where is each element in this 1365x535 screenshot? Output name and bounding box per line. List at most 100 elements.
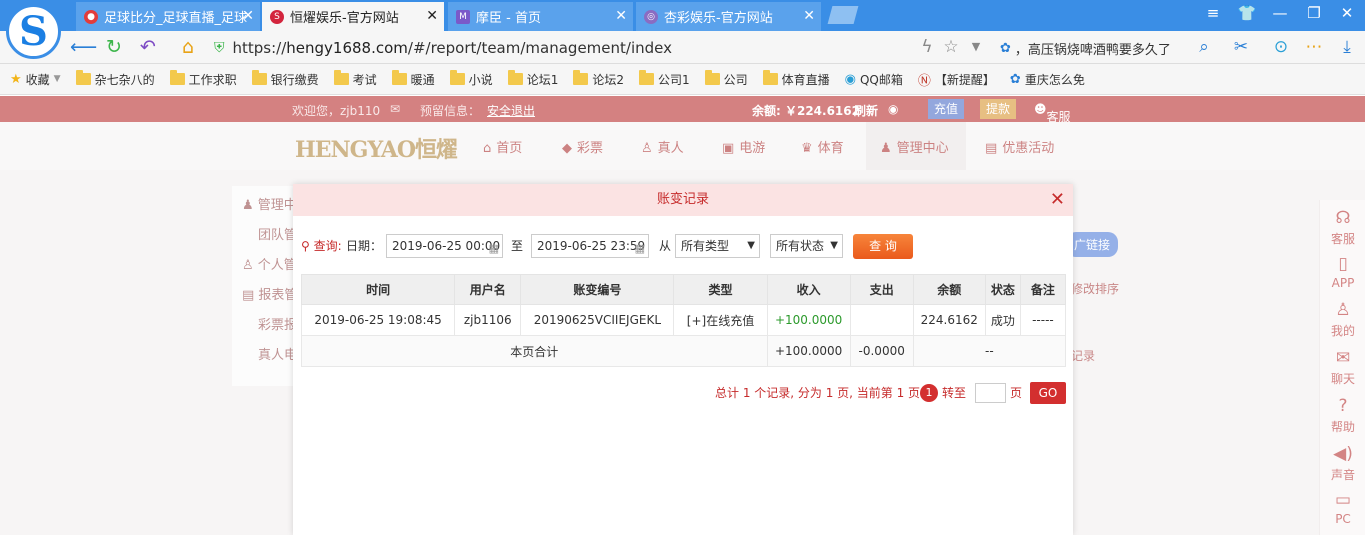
folder-icon: [638, 70, 654, 85]
total-row: 本页合计 +100.0000 -0.0000 --: [301, 335, 1067, 367]
football-favicon-icon: ●: [84, 9, 98, 24]
lightning-icon[interactable]: ϟ: [916, 37, 938, 57]
folder-icon: [704, 70, 720, 85]
download-icon[interactable]: ⤓: [1336, 37, 1358, 57]
page-number-current[interactable]: 1: [920, 384, 938, 402]
reload-icon[interactable]: ↻: [102, 36, 126, 58]
date-from-input[interactable]: 2019-06-25 00:00 ▦: [386, 234, 503, 258]
bookmark-reminder[interactable]: Ⓝ 【新提醒】: [918, 70, 995, 89]
tab-hengyao[interactable]: S 恒燿娱乐-官方网站 ✕: [262, 2, 444, 31]
bookmark-folder[interactable]: 小说: [449, 70, 493, 88]
column-header: 状态: [984, 274, 1021, 305]
more-icon[interactable]: ⋯: [1303, 37, 1325, 57]
undo-icon[interactable]: ↶: [136, 36, 160, 58]
bookmark-label: 工作求职: [188, 72, 237, 87]
status-select[interactable]: 所有状态 ▼: [770, 234, 843, 258]
folder-icon: [169, 70, 185, 85]
hengyao-favicon-icon: S: [270, 9, 284, 24]
minimize-icon[interactable]: —: [1270, 4, 1290, 22]
bookmarks-bar: ★ 收藏 ▼ 杂七杂八的 工作求职 银行缴费 考试 暖通 小说 论坛1 论坛2 公司…: [0, 64, 1365, 95]
folder-icon: [391, 70, 407, 85]
date-from-value: 2019-06-25 00:00: [392, 239, 501, 253]
bookmark-favorites[interactable]: ★ 收藏 ▼: [10, 71, 61, 88]
tab-mochen[interactable]: M 摩臣 - 首页 ✕: [448, 2, 634, 31]
bookmark-folder[interactable]: 公司: [704, 70, 748, 88]
baidu-paw-icon: ✿: [1009, 71, 1021, 87]
bookmark-folder[interactable]: 体育直播: [762, 70, 830, 88]
column-header: 用户名: [454, 274, 522, 305]
bookmark-chongqing[interactable]: ✿ 重庆怎么免: [1010, 71, 1085, 88]
tab-xingcai[interactable]: ◎ 杏彩娱乐-官方网站 ✕: [636, 2, 822, 31]
bookmark-folder[interactable]: 公司1: [638, 70, 690, 88]
star-icon[interactable]: ☆: [940, 37, 962, 57]
url-host: hengy1688.com: [286, 39, 408, 57]
bookmark-folder[interactable]: 工作求职: [169, 70, 237, 88]
total-expense: -0.0000: [849, 335, 914, 367]
url-input[interactable]: ⛨ https://hengy1688.com/#/report/team/ma…: [214, 35, 994, 61]
cell-username: zjb1106: [454, 304, 522, 336]
type-select[interactable]: 所有类型 ▼: [675, 234, 760, 258]
column-header: 收入: [766, 274, 851, 305]
url-prefix: https://: [232, 39, 287, 57]
total-rest: --: [912, 335, 1067, 367]
home-icon[interactable]: ⌂: [176, 36, 200, 58]
mochen-favicon-icon: M: [456, 9, 470, 24]
search-input[interactable]: ✿ ，高压锅烧啤酒鸭要多久了: [1000, 37, 1222, 59]
cell-note: -----: [1019, 304, 1067, 336]
bookmark-qqmail[interactable]: ◉ QQ邮箱: [845, 71, 903, 88]
bookmark-label: 银行缴费: [270, 72, 319, 87]
to-label: 至: [511, 239, 524, 253]
close-window-icon[interactable]: ✕: [1337, 4, 1357, 22]
page-unit-label: 页: [1010, 386, 1023, 400]
bookmark-label: 重庆怎么免: [1024, 72, 1085, 87]
baidu-paw-icon: ✿: [1000, 40, 1011, 56]
bookmark-label: 小说: [468, 72, 493, 87]
query-label: ⚲ 查询:: [301, 234, 342, 258]
bookmark-folder[interactable]: 杂七杂八的: [75, 70, 155, 88]
restore-icon[interactable]: ❐: [1304, 4, 1324, 22]
chevron-down-icon[interactable]: ▼: [965, 40, 987, 53]
close-icon[interactable]: ✕: [426, 8, 438, 24]
tab-title: 恒燿娱乐-官方网站: [290, 11, 399, 26]
search-icon[interactable]: ⌕: [1193, 37, 1215, 57]
star-icon: ★: [10, 71, 22, 87]
chevron-down-icon: ▼: [53, 74, 61, 84]
bookmark-label: 公司1: [657, 72, 690, 87]
bookmark-folder[interactable]: 论坛1: [507, 70, 558, 88]
records-table: 时间 用户名 账变编号 类型 收入 支出 余额 状态 备注 2019-06-25…: [300, 274, 1067, 367]
close-icon[interactable]: ✕: [615, 8, 627, 24]
close-icon[interactable]: ✕: [1050, 184, 1065, 216]
xingcai-favicon-icon: ◎: [644, 9, 658, 24]
browser-logo-icon[interactable]: S: [6, 4, 61, 59]
back-arrow-icon[interactable]: ⟵: [70, 36, 97, 58]
n-icon: Ⓝ: [917, 73, 931, 89]
bookmark-folder[interactable]: 考试: [333, 70, 377, 88]
page-jump-input[interactable]: [975, 383, 1006, 403]
folder-icon: [333, 70, 349, 85]
tab-title: 足球比分_足球直播_足球: [104, 11, 248, 26]
skin-icon[interactable]: 👕: [1237, 4, 1257, 22]
column-header: 账变编号: [520, 274, 675, 305]
search-text: ，高压锅烧啤酒鸭要多久了: [1014, 42, 1171, 58]
close-icon[interactable]: ✕: [803, 8, 815, 24]
scissors-icon[interactable]: ✂: [1230, 37, 1252, 57]
column-header: 时间: [300, 274, 456, 305]
close-icon[interactable]: ✕: [242, 8, 254, 24]
go-button[interactable]: GO: [1030, 382, 1066, 404]
bookmark-folder[interactable]: 银行缴费: [251, 70, 319, 88]
chevron-down-icon: ▼: [747, 240, 755, 251]
tab-football[interactable]: ● 足球比分_足球直播_足球 ✕: [76, 2, 261, 31]
bookmark-label: 公司: [723, 72, 748, 87]
bookmark-label: 【新提醒】: [934, 72, 995, 87]
new-tab-button[interactable]: [827, 6, 859, 24]
pagination: 总计 1 个记录, 分为 1 页, 当前第 1 页 1 转至 页 GO: [713, 382, 1068, 405]
bookmark-label: 考试: [352, 72, 377, 87]
bookmark-folder[interactable]: 暖通: [391, 70, 435, 88]
menu-icon[interactable]: ≡: [1203, 4, 1223, 22]
query-button[interactable]: 查 询: [853, 234, 913, 259]
date-to-input[interactable]: 2019-06-25 23:59 ▦: [531, 234, 649, 258]
date-label: 日期：: [346, 239, 383, 253]
translate-icon[interactable]: ⊙: [1270, 37, 1292, 57]
table-header-row: 时间 用户名 账变编号 类型 收入 支出 余额 状态 备注: [300, 274, 1067, 305]
bookmark-folder[interactable]: 论坛2: [573, 70, 624, 88]
